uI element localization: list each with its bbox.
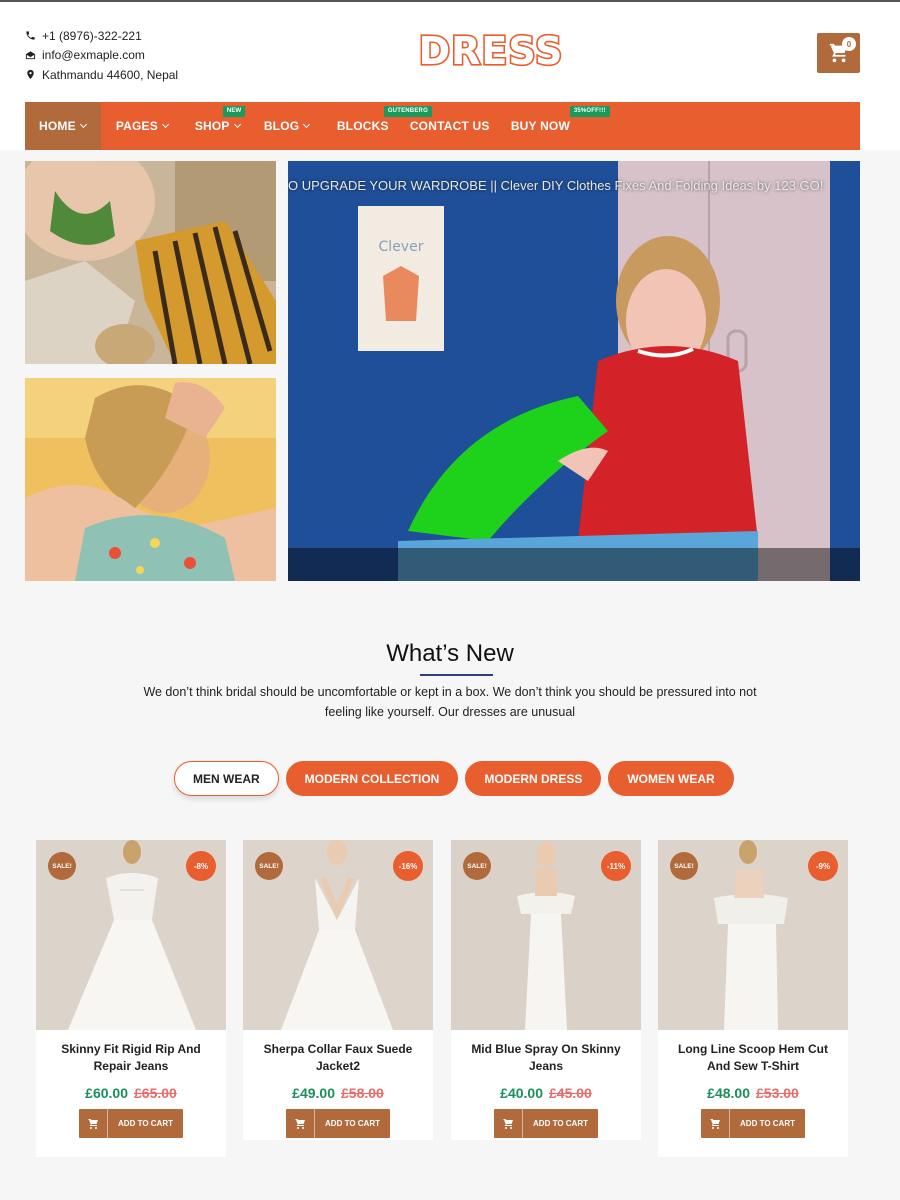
sale-badge: SALE! xyxy=(463,852,491,880)
product-image[interactable]: SALE! -9% xyxy=(658,840,848,1030)
product-price: £49.00 £58.00 xyxy=(243,1085,433,1101)
main-nav: HOME PAGES SHOP NEW BLOG BLOCKS GUTENBER… xyxy=(25,102,860,150)
chevron-down-icon xyxy=(161,120,169,129)
product-card[interactable]: SALE! -11% Mid Blue Spray On Skinny Jean… xyxy=(451,840,641,1140)
add-to-cart-label: ADD TO CART xyxy=(740,1119,795,1128)
cart-icon xyxy=(286,1109,315,1138)
nav-label: HOME xyxy=(39,119,76,133)
product-name[interactable]: Long Line Scoop Hem Cut And Sew T-Shirt xyxy=(658,1030,848,1075)
phone-icon xyxy=(26,31,35,40)
add-to-cart-label: ADD TO CART xyxy=(118,1119,173,1128)
map-pin-icon xyxy=(27,70,34,80)
nav-item-blog[interactable]: BLOG xyxy=(264,102,337,150)
old-price: £58.00 xyxy=(341,1085,384,1101)
chevron-down-icon xyxy=(233,120,241,129)
whats-new-description: We don’t think bridal should be uncomfor… xyxy=(143,685,757,719)
current-price: £60.00 xyxy=(85,1085,128,1101)
nav-label: BLOCKS xyxy=(336,119,389,133)
product-card[interactable]: SALE! -9% Long Line Scoop Hem Cut And Se… xyxy=(658,840,848,1157)
nav-item-buy-now[interactable]: BUY NOW 35%OFF!!! xyxy=(511,102,611,150)
product-card[interactable]: SALE! -8% Skinny Fit Rigid Rip And Repai… xyxy=(36,840,226,1157)
nav-badge-discount: 35%OFF!!! xyxy=(569,106,610,117)
add-to-cart-label: ADD TO CART xyxy=(325,1119,380,1128)
address-line: Kathmandu 44600, Nepal xyxy=(25,65,178,85)
nav-label: CONTACT US xyxy=(409,119,490,133)
current-price: £40.00 xyxy=(500,1085,543,1101)
nav-item-pages[interactable]: PAGES xyxy=(101,102,191,150)
current-price: £48.00 xyxy=(707,1085,750,1101)
hero-image-girl[interactable] xyxy=(25,378,276,581)
cart-button[interactable]: 0 xyxy=(817,33,860,73)
hero-video[interactable]: Clever O UPGRADE YOUR WARDROBE || Clever… xyxy=(288,161,860,581)
nav-item-home[interactable]: HOME xyxy=(25,102,101,150)
nav-label: BUY NOW xyxy=(510,119,570,133)
nav-label: PAGES xyxy=(115,119,158,133)
old-price: £45.00 xyxy=(549,1085,592,1101)
nav-badge-new: NEW xyxy=(222,106,246,117)
tab-women-wear[interactable]: WOMEN WEAR xyxy=(608,761,734,796)
nav-item-blocks[interactable]: BLOCKS GUTENBERG xyxy=(336,102,432,150)
hero-image-fashion-top[interactable] xyxy=(25,161,276,364)
discount-badge: -11% xyxy=(601,851,631,881)
logo-text: DRESS xyxy=(419,29,564,71)
product-tabs: MEN WEAR MODERN COLLECTION MODERN DRESS … xyxy=(174,761,734,796)
envelope-icon xyxy=(25,51,36,59)
discount-badge: -8% xyxy=(186,851,216,881)
product-name[interactable]: Skinny Fit Rigid Rip And Repair Jeans xyxy=(36,1030,226,1075)
current-price: £49.00 xyxy=(292,1085,335,1101)
tab-men-wear[interactable]: MEN WEAR xyxy=(174,761,279,796)
email-line[interactable]: info@exmaple.com xyxy=(25,46,178,66)
add-to-cart-button[interactable]: ADD TO CART xyxy=(79,1109,183,1138)
contact-info: +1 (8976)-322-221 info@exmaple.com Kathm… xyxy=(25,26,178,85)
hero-image-girl-graphic xyxy=(25,378,276,581)
dress-logo[interactable]: DRESS xyxy=(416,29,566,71)
tab-modern-collection[interactable]: MODERN COLLECTION xyxy=(285,761,459,796)
old-price: £53.00 xyxy=(756,1085,799,1101)
add-to-cart-button[interactable]: ADD TO CART xyxy=(701,1109,805,1138)
cart-count-badge: 0 xyxy=(842,37,856,51)
nav-item-shop[interactable]: SHOP NEW xyxy=(191,102,264,150)
nav-item-contact[interactable]: CONTACT US xyxy=(410,102,511,150)
product-name[interactable]: Sherpa Collar Faux Suede Jacket2 xyxy=(243,1030,433,1075)
cart-icon xyxy=(79,1109,108,1138)
product-card[interactable]: SALE! -16% Sherpa Collar Faux Suede Jack… xyxy=(243,840,433,1140)
email-address: info@exmaple.com xyxy=(42,48,145,63)
hero-image-fashion-top-graphic xyxy=(25,161,276,364)
address-text: Kathmandu 44600, Nepal xyxy=(42,67,179,82)
nav-label: SHOP xyxy=(194,119,230,133)
product-price: £40.00 £45.00 xyxy=(451,1085,641,1101)
cart-icon xyxy=(494,1109,523,1138)
product-name[interactable]: Mid Blue Spray On Skinny Jeans xyxy=(451,1030,641,1075)
discount-badge: -9% xyxy=(808,851,838,881)
sale-badge: SALE! xyxy=(255,852,283,880)
cart-icon xyxy=(701,1109,730,1138)
product-image[interactable]: SALE! -16% xyxy=(243,840,433,1030)
tab-modern-dress[interactable]: MODERN DRESS xyxy=(465,761,602,796)
video-title[interactable]: O UPGRADE YOUR WARDROBE || Clever DIY Cl… xyxy=(288,178,823,193)
add-to-cart-label: ADD TO CART xyxy=(533,1119,588,1128)
discount-badge: -16% xyxy=(393,851,423,881)
whats-new-title: What’s New xyxy=(386,640,514,667)
add-to-cart-button[interactable]: ADD TO CART xyxy=(494,1109,598,1138)
phone-number: +1 (8976)-322-221 xyxy=(42,28,142,43)
nav-label: BLOG xyxy=(263,119,300,133)
poster-text: Clever xyxy=(379,239,424,255)
title-underline xyxy=(420,674,493,676)
product-price: £60.00 £65.00 xyxy=(36,1085,226,1101)
sale-badge: SALE! xyxy=(670,852,698,880)
add-to-cart-button[interactable]: ADD TO CART xyxy=(286,1109,390,1138)
old-price: £65.00 xyxy=(134,1085,177,1101)
product-price: £48.00 £53.00 xyxy=(658,1085,848,1101)
product-image[interactable]: SALE! -11% xyxy=(451,840,641,1030)
phone-line[interactable]: +1 (8976)-322-221 xyxy=(25,26,178,46)
product-image[interactable]: SALE! -8% xyxy=(36,840,226,1030)
video-frame-graphic: Clever xyxy=(288,161,860,581)
chevron-down-icon xyxy=(79,120,87,129)
chevron-down-icon xyxy=(303,120,311,129)
sale-badge: SALE! xyxy=(48,852,76,880)
